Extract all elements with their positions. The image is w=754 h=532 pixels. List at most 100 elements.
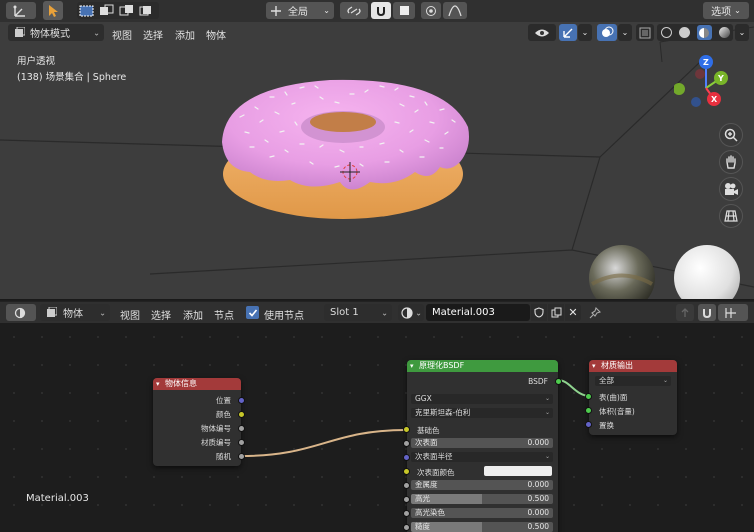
menu-view[interactable]: 视图: [112, 27, 132, 42]
node-menu-node[interactable]: 节点: [214, 307, 234, 322]
use-nodes-label[interactable]: 使用节点: [264, 307, 304, 322]
shading-mode-group[interactable]: [657, 24, 733, 41]
material-output-header[interactable]: 材质输出: [589, 360, 677, 372]
3d-viewport[interactable]: 物体模式 ⌄ 视图 选择 添加 物体 ⌄ ⌄ ⌄ 用户透视 (138) 场景集合…: [0, 22, 754, 300]
node-menu-add[interactable]: 添加: [183, 307, 203, 322]
object-type-dropdown[interactable]: 物体 ⌄: [40, 304, 110, 321]
material-output-node[interactable]: 材质输出 全部⌄ 表(曲)面 体积(音量) 置换: [585, 360, 677, 435]
volume-label: 体积(音量): [599, 407, 635, 416]
ortho-toggle-button[interactable]: [719, 204, 743, 228]
transform-orientation-dropdown[interactable]: 全局 ⌄: [266, 2, 334, 19]
socket-location[interactable]: [238, 397, 245, 404]
roughness-field[interactable]: 糙度 0.500: [411, 522, 553, 532]
select-mode-group[interactable]: [77, 2, 159, 19]
material-browse-button[interactable]: ⌄: [398, 304, 424, 321]
socket-subsurface-radius[interactable]: [403, 454, 410, 461]
node-snap-toggle[interactable]: [698, 304, 716, 321]
socket-subsurface-color[interactable]: [403, 468, 410, 475]
metallic-field[interactable]: 金属度 0.000: [411, 480, 553, 490]
socket-surface[interactable]: [585, 393, 592, 400]
subsurface-radius-dropdown[interactable]: 次表面半径 ⌄: [411, 452, 553, 462]
menu-object[interactable]: 物体: [206, 27, 226, 42]
axis-icon: [13, 5, 25, 17]
transform-orientation-label: 全局: [288, 7, 308, 18]
socket-specular-tint[interactable]: [403, 510, 410, 517]
socket-bsdf-out[interactable]: [555, 378, 562, 385]
node-editor-canvas[interactable]: 物体信息 位置 颜色 物体编号 材质编号 随机 原理化BSDF BSDF GGX…: [0, 323, 754, 532]
unlink-material-button[interactable]: ✕: [565, 304, 581, 321]
visibility-dropdown[interactable]: [528, 24, 556, 41]
socket-material-index[interactable]: [238, 439, 245, 446]
pan-button[interactable]: [719, 150, 743, 174]
magnet-icon: [703, 308, 711, 318]
socket-roughness[interactable]: [403, 524, 410, 531]
node-editor-type-button[interactable]: [6, 304, 36, 321]
subsurface-method-dropdown[interactable]: 克里斯坦森-伯利 ⌄: [411, 408, 553, 418]
camera-view-button[interactable]: [719, 177, 743, 201]
checkmark-icon: [248, 308, 257, 317]
options-label: 选项: [711, 7, 732, 18]
gizmo-dropdown[interactable]: ⌄: [578, 24, 592, 41]
shading-dropdown[interactable]: ⌄: [735, 24, 749, 41]
socket-metallic[interactable]: [403, 482, 410, 489]
options-dropdown[interactable]: 选项 ⌄: [703, 2, 749, 19]
zoom-button[interactable]: [719, 123, 743, 147]
specular-value: 0.500: [527, 494, 549, 503]
viewport-scene: [0, 22, 754, 299]
navigation-gizmo[interactable]: Z Y X: [674, 54, 738, 124]
overlays-dropdown[interactable]: ⌄: [618, 24, 632, 41]
duplicate-material-button[interactable]: [548, 304, 564, 321]
menu-add[interactable]: 添加: [175, 27, 195, 42]
specular-tint-field[interactable]: 高光染色 0.000: [411, 508, 553, 518]
socket-color[interactable]: [238, 411, 245, 418]
shield-icon: [534, 307, 544, 318]
slot-dropdown[interactable]: Slot 1 ⌄: [324, 304, 392, 321]
mode-dropdown[interactable]: 物体模式 ⌄: [8, 24, 104, 41]
principled-node-header[interactable]: 原理化BSDF: [407, 360, 558, 372]
subsurface-field[interactable]: 次表面 0.000: [411, 438, 553, 448]
node-menu-view[interactable]: 视图: [120, 307, 140, 322]
material-preview-icon[interactable]: [696, 25, 712, 40]
socket-specular[interactable]: [403, 496, 410, 503]
base-color-label: 基础色: [417, 426, 440, 435]
socket-volume[interactable]: [585, 407, 592, 414]
subsurface-label: 次表面: [415, 438, 438, 447]
specular-field[interactable]: 高光 0.500: [411, 494, 553, 504]
overlays-toggle[interactable]: [597, 24, 617, 41]
roughness-value: 0.500: [527, 522, 549, 531]
object-info-node[interactable]: 物体信息 位置 颜色 物体编号 材质编号 随机: [153, 378, 245, 466]
snap-toggle[interactable]: [371, 2, 391, 19]
proportional-edit-toggle[interactable]: [421, 2, 441, 19]
socket-displacement[interactable]: [585, 421, 592, 428]
pivot-point-button[interactable]: [340, 2, 368, 19]
subsurface-value: 0.000: [527, 438, 549, 447]
socket-object-index[interactable]: [238, 425, 245, 432]
select-tool-button[interactable]: [43, 1, 63, 20]
fake-user-button[interactable]: [531, 304, 547, 321]
xray-toggle[interactable]: [636, 24, 654, 41]
object-info-node-header[interactable]: 物体信息: [153, 378, 241, 390]
overlays-icon: [601, 26, 613, 37]
socket-subsurface[interactable]: [403, 440, 410, 447]
surface-label: 表(曲)面: [599, 393, 628, 402]
wireframe-icon[interactable]: [660, 27, 672, 38]
socket-random[interactable]: [238, 453, 245, 460]
material-name-field[interactable]: Material.003: [426, 304, 530, 321]
solid-icon[interactable]: [678, 27, 690, 38]
parent-node-tree-button[interactable]: [676, 304, 694, 321]
editor-type-button[interactable]: [6, 2, 36, 19]
rendered-icon[interactable]: [718, 27, 730, 38]
gizmo-toggle[interactable]: [559, 24, 577, 41]
node-menu-select[interactable]: 选择: [151, 307, 171, 322]
socket-base-color[interactable]: [403, 426, 410, 433]
distribution-dropdown[interactable]: GGX ⌄: [411, 394, 553, 404]
subsurface-color-swatch[interactable]: [484, 466, 552, 476]
principled-bsdf-node[interactable]: 原理化BSDF BSDF GGX⌄ 克里斯坦森-伯利⌄ 基础色 次表面 0.00…: [403, 360, 562, 532]
output-target-dropdown[interactable]: 全部 ⌄: [595, 376, 671, 386]
use-nodes-checkbox[interactable]: [246, 306, 259, 319]
node-snap-mode-dropdown[interactable]: [718, 304, 748, 321]
pin-button[interactable]: [586, 304, 604, 321]
falloff-dropdown[interactable]: [443, 2, 467, 19]
snap-target-dropdown[interactable]: [393, 2, 415, 19]
menu-select[interactable]: 选择: [143, 27, 163, 42]
